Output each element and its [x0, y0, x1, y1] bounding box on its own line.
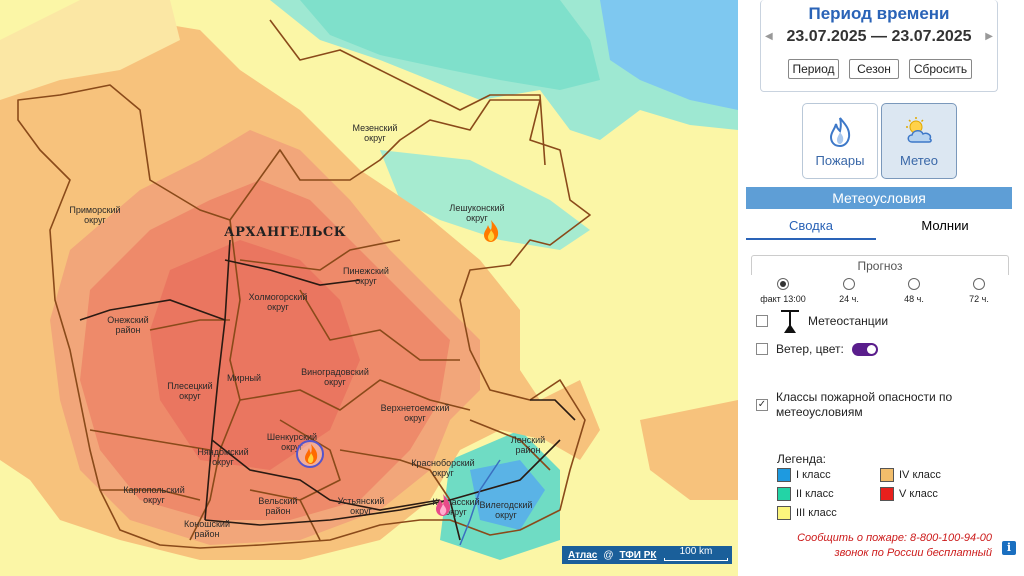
district-label: Вилегодский округ	[479, 500, 533, 520]
legend-swatch	[777, 487, 791, 501]
district-label: Красноборский округ	[411, 458, 475, 478]
meteo-mode-button[interactable]: Метео	[881, 103, 957, 179]
fire-classes-label: Классы пожарной опасности по метеоуслови…	[776, 390, 953, 419]
wind-color-toggle[interactable]	[852, 343, 878, 356]
fire-report-note: Сообщить о пожаре: 8-800-100-94-00 звоно…	[778, 531, 992, 561]
fires-mode-button[interactable]: Пожары	[802, 103, 878, 179]
legend-title: Легенда:	[777, 452, 826, 466]
side-panel: Период времени ◀ 23.07.2025 — 23.07.2025…	[738, 0, 1024, 576]
tab-lightning[interactable]: Молнии	[880, 212, 1010, 240]
fire-report-phone[interactable]: Сообщить о пожаре: 8-800-100-94-00	[778, 531, 992, 546]
fire-marker-icon[interactable]	[433, 493, 453, 517]
legend-swatch	[880, 487, 894, 501]
period-dates: 23.07.2025 — 23.07.2025	[761, 28, 997, 46]
date-from[interactable]: 23.07.2025	[786, 28, 866, 45]
legend-swatch	[777, 468, 791, 482]
meteo-section-header: Метеоусловия	[746, 187, 1012, 209]
cloud-sun-icon	[906, 117, 932, 143]
district-label: Холмогорский округ	[248, 292, 308, 312]
district-label: Ленский район	[510, 435, 546, 455]
legend-label: V класс	[899, 488, 938, 500]
meteostations-label: Метеостанции	[808, 314, 889, 328]
district-label: Онежский район	[107, 315, 149, 335]
legend-item-class-3: III класс	[777, 506, 837, 520]
legend-item-class-1: I класс	[777, 468, 831, 482]
forecast-radio-fact[interactable]	[777, 278, 789, 290]
attribution-org-link[interactable]: ТФИ РК	[620, 550, 657, 561]
wind-label: Ветер, цвет:	[776, 342, 844, 356]
district-label: Няндомский округ	[197, 447, 249, 467]
fire-danger-map[interactable]: АРХАНГЕЛЬСК Мезенский округ Лешуконский …	[0, 0, 738, 576]
attribution-separator: @	[603, 549, 614, 561]
period-button[interactable]: Период	[788, 59, 839, 79]
forecast-label-72h: 72 ч.	[969, 294, 989, 304]
info-icon[interactable]: i	[1002, 541, 1016, 555]
legend-item-class-2: II класс	[777, 487, 834, 501]
date-to[interactable]: 23.07.2025	[891, 28, 971, 45]
district-label: Коношский район	[184, 519, 230, 539]
forecast-label-24h: 24 ч.	[839, 294, 859, 304]
date-separator: —	[871, 28, 887, 45]
district-label: Вельский район	[258, 496, 298, 516]
legend-swatch	[777, 506, 791, 520]
fire-classes-checkbox[interactable]: ✓	[756, 399, 768, 411]
legend-label: I класс	[796, 469, 831, 481]
meteostation-icon	[781, 310, 799, 333]
legend-item-class-4: IV класс	[880, 468, 941, 482]
map-canvas[interactable]	[0, 0, 738, 576]
attribution-atlas-link[interactable]: Атлас	[568, 550, 597, 561]
district-label: Приморский округ	[69, 205, 121, 225]
city-label-arkhangelsk: АРХАНГЕЛЬСК	[224, 225, 347, 240]
district-label: Мирный	[227, 373, 261, 383]
fire-report-free: звонок по России бесплатный	[834, 547, 993, 559]
meteostations-checkbox[interactable]	[756, 315, 768, 327]
district-label: Каргопольский округ	[123, 485, 185, 505]
district-label: Мезенский округ	[352, 123, 398, 143]
forecast-title: Прогноз	[751, 255, 1009, 275]
district-label: Плесецкий округ	[167, 381, 213, 401]
fire-marker-icon[interactable]	[481, 219, 501, 243]
legend-label: III класс	[796, 507, 837, 519]
legend-label: II класс	[796, 488, 834, 500]
fire-cluster-marker[interactable]	[296, 440, 324, 468]
legend-label: IV класс	[899, 469, 941, 481]
forecast-label-fact: факт 13:00	[760, 294, 806, 304]
wind-checkbox[interactable]	[756, 343, 768, 355]
next-date-arrow-icon[interactable]: ▶	[985, 31, 993, 42]
district-label: Устьянский округ	[337, 496, 385, 516]
meteo-mode-label: Метео	[899, 153, 939, 168]
period-box: Период времени ◀ 23.07.2025 — 23.07.2025…	[760, 0, 998, 92]
season-button[interactable]: Сезон	[849, 59, 899, 79]
period-title: Период времени	[808, 4, 950, 23]
fires-mode-label: Пожары	[815, 153, 865, 168]
forecast-radio-24h[interactable]	[843, 278, 855, 290]
scale-bar: 100 km	[660, 546, 732, 564]
district-label: Пинежский округ	[343, 266, 389, 286]
forecast-radio-48h[interactable]	[908, 278, 920, 290]
scale-label: 100 km	[679, 546, 713, 557]
map-attribution: Атлас @ ТФИ РК	[562, 546, 663, 564]
district-label: Верхнетоемский округ	[380, 403, 450, 423]
tab-summary[interactable]: Сводка	[746, 212, 876, 240]
fire-icon	[829, 117, 851, 148]
legend-swatch	[880, 468, 894, 482]
reset-button[interactable]: Сбросить	[909, 59, 972, 79]
district-label: Виноградовский округ	[301, 367, 369, 387]
forecast-label-48h: 48 ч.	[904, 294, 924, 304]
forecast-radio-72h[interactable]	[973, 278, 985, 290]
district-label: Лешуконский округ	[449, 203, 505, 223]
legend-item-class-5: V класс	[880, 487, 938, 501]
